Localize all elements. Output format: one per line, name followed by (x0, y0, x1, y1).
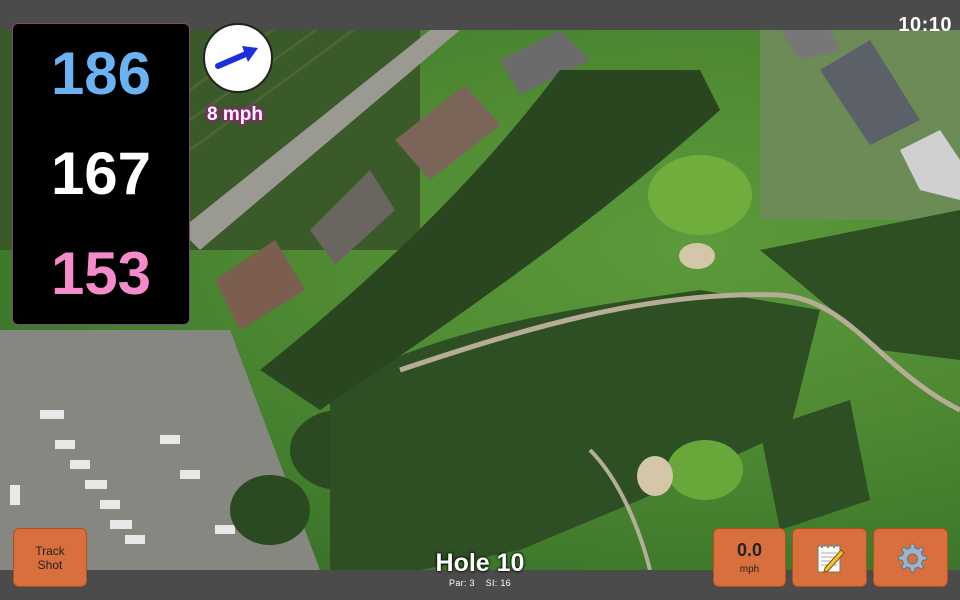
wind-direction-indicator (203, 23, 273, 93)
wind-arrow-icon (215, 46, 258, 69)
back-distance: 186 (50, 40, 152, 107)
track-shot-label-line2: Shot (37, 557, 63, 572)
gear-icon (897, 543, 927, 573)
wind-speed-unit: mph (739, 564, 760, 575)
wind-speed-button[interactable]: 0.0 mph (713, 528, 786, 587)
track-shot-button[interactable]: Track Shot (13, 528, 87, 587)
front-distance: 153 (50, 240, 152, 307)
wind-speed-label: 8 mph (207, 104, 263, 125)
track-shot-label-line1: Track (35, 543, 65, 558)
hole-info: Par: 3 SI: 16 (380, 578, 580, 588)
hole-stroke-index: SI: 16 (485, 578, 511, 588)
notes-button[interactable] (792, 528, 867, 587)
hole-title: Hole 10 (435, 549, 525, 577)
hole-par: Par: 3 (449, 578, 475, 588)
clock-time: 10:10 (898, 14, 952, 36)
middle-distance: 167 (50, 140, 152, 207)
wind-speed-value: 0.0 (736, 540, 763, 560)
settings-button[interactable] (873, 528, 948, 587)
distance-panel[interactable]: 186 167 153 (12, 23, 190, 325)
notepad-icon (817, 543, 845, 573)
